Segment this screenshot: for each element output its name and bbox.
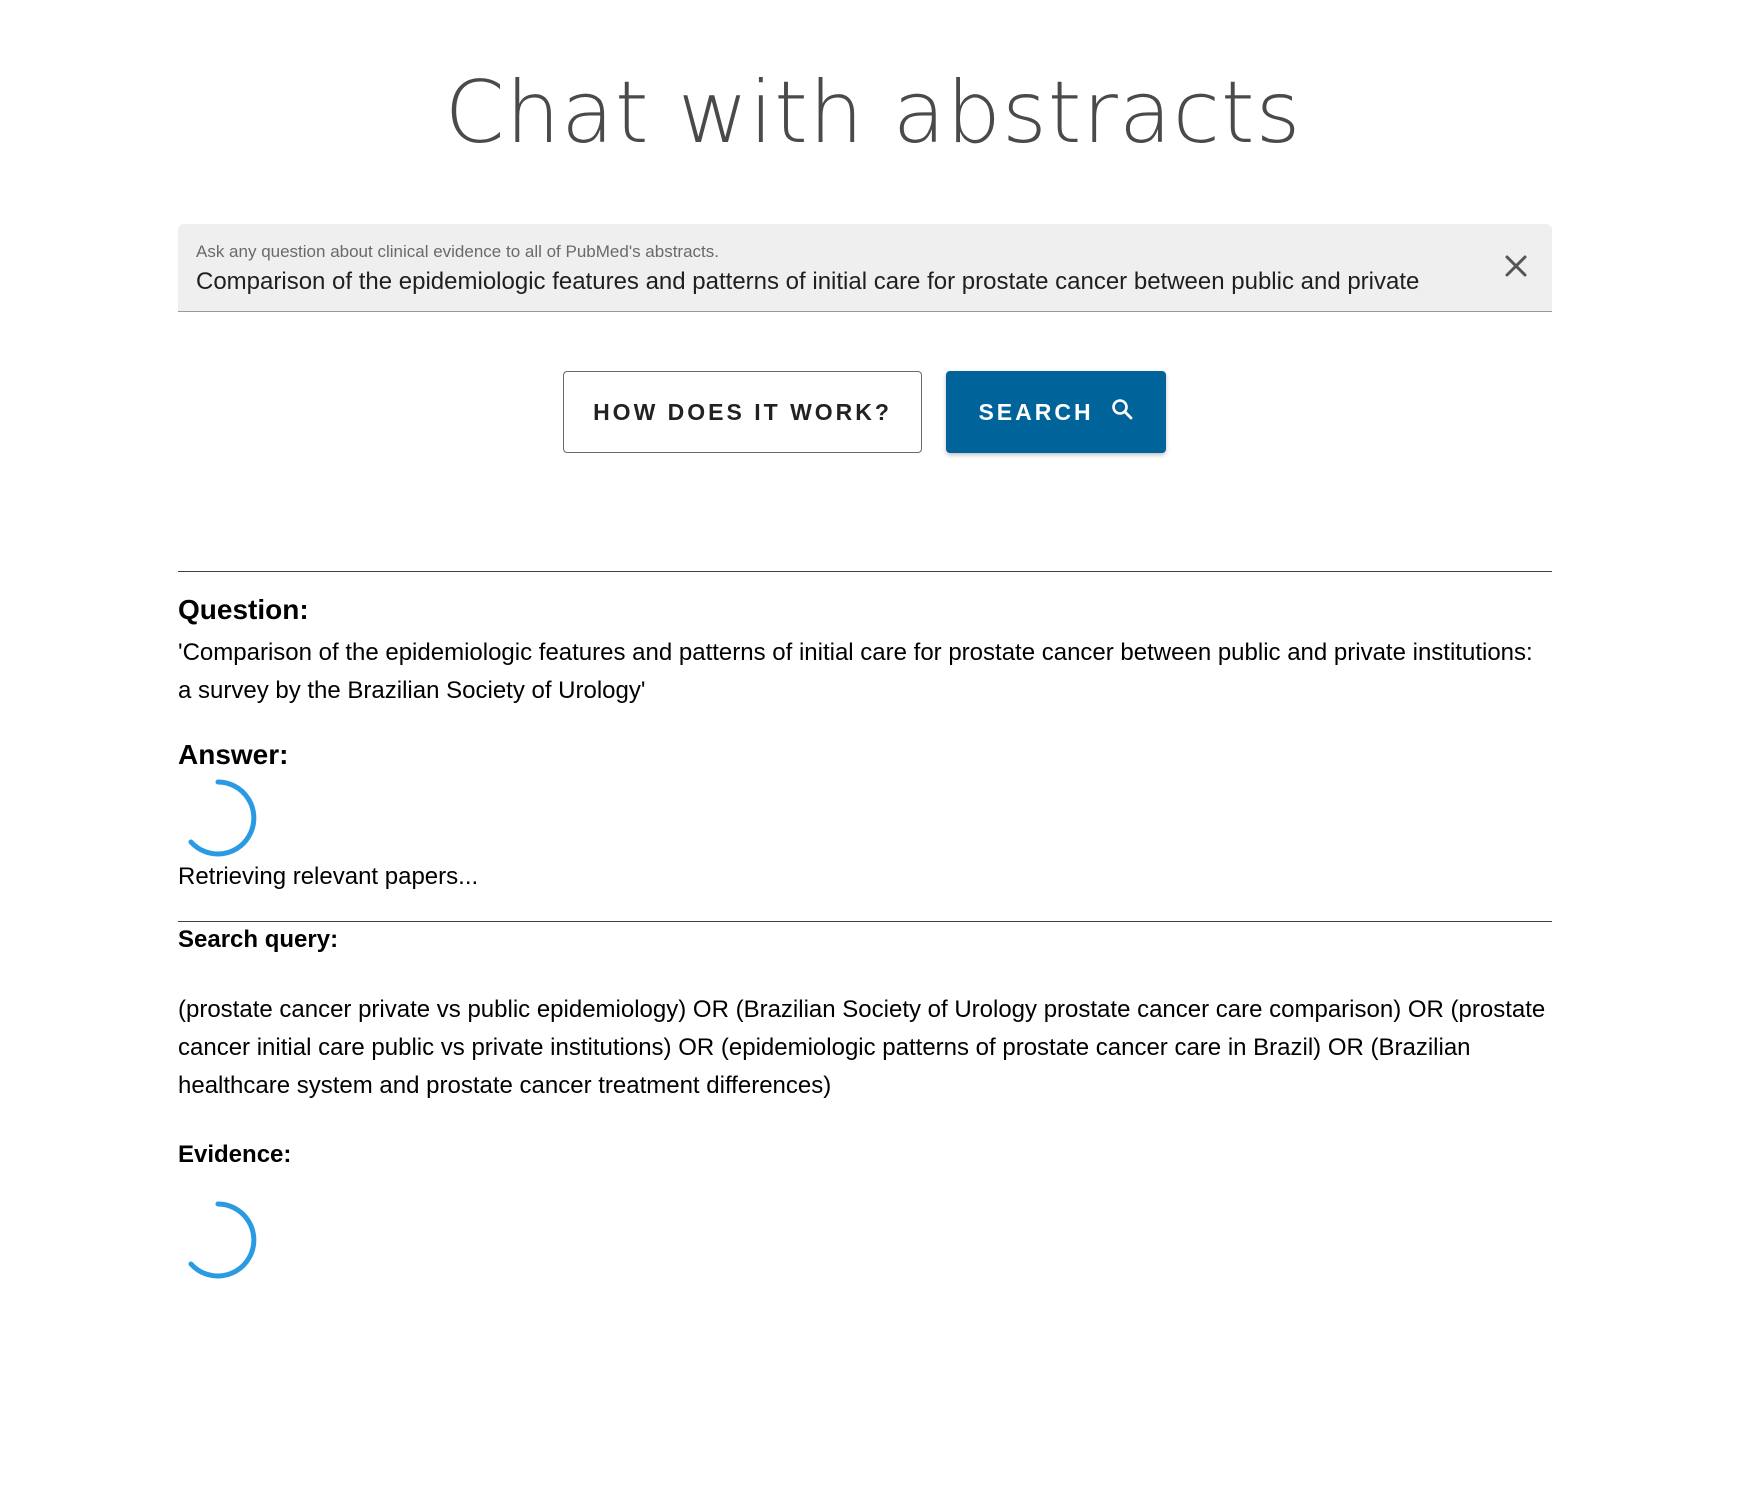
- answer-heading: Answer:: [178, 739, 289, 770]
- how-does-it-work-button[interactable]: HOW DOES IT WORK?: [563, 371, 922, 453]
- section-divider: [178, 571, 1552, 572]
- search-query-heading: Search query:: [178, 926, 339, 953]
- section-divider: [178, 921, 1552, 922]
- close-icon[interactable]: [1498, 248, 1534, 284]
- question-text: 'Comparison of the epidemiologic feature…: [178, 639, 1533, 704]
- search-icon: [1094, 397, 1134, 427]
- loading-spinner-icon: [178, 778, 258, 858]
- question-heading: Question:: [178, 594, 309, 625]
- evidence-heading: Evidence:: [178, 1141, 292, 1168]
- how-does-it-work-label: HOW DOES IT WORK?: [593, 398, 892, 425]
- search-button[interactable]: SEARCH: [946, 371, 1166, 453]
- search-input[interactable]: Comparison of the epidemiologic features…: [196, 268, 1496, 296]
- search-button-label: SEARCH: [978, 398, 1094, 425]
- loading-spinner-icon: [178, 1200, 258, 1280]
- page-title: Chat with abstracts: [444, 63, 1302, 163]
- search-query-text: (prostate cancer private vs public epide…: [178, 996, 1546, 1099]
- question-search-field[interactable]: Ask any question about clinical evidence…: [178, 224, 1552, 312]
- search-field-label: Ask any question about clinical evidence…: [196, 242, 719, 261]
- answer-status: Retrieving relevant papers...: [178, 863, 479, 890]
